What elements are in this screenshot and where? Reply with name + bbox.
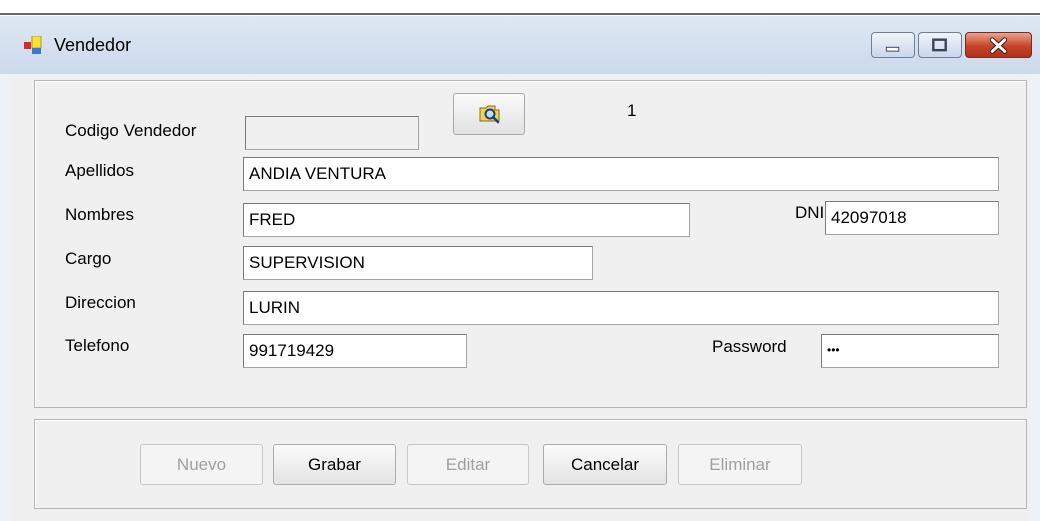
- direccion-field[interactable]: LURIN: [243, 291, 999, 325]
- minimize-button[interactable]: [871, 32, 915, 58]
- form-client-area: Codigo Vendedor 1 Apellidos ANDIA VENTUR…: [10, 74, 1030, 521]
- dni-label: DNI: [795, 203, 825, 222]
- background-divider: [0, 13, 1040, 15]
- cancelar-button[interactable]: Cancelar: [543, 444, 667, 485]
- nombres-label: Nombres: [65, 205, 134, 224]
- close-icon: [989, 37, 1008, 54]
- codigo-vendedor-label: Codigo Vendedor: [65, 121, 197, 140]
- form-icon: [24, 36, 42, 54]
- grabar-button[interactable]: Grabar: [273, 444, 396, 485]
- search-button[interactable]: [453, 93, 525, 135]
- window-title: Vendedor: [54, 35, 132, 55]
- cargo-field[interactable]: SUPERVISION: [243, 246, 593, 280]
- apellidos-field[interactable]: ANDIA VENTURA: [243, 157, 999, 191]
- vendedor-data-group: Codigo Vendedor 1 Apellidos ANDIA VENTUR…: [34, 80, 1027, 408]
- nombres-field[interactable]: FRED: [243, 203, 690, 237]
- password-label: Password: [712, 337, 787, 356]
- direccion-label: Direccion: [65, 293, 136, 312]
- telefono-field[interactable]: 991719429: [243, 334, 467, 368]
- cargo-label: Cargo: [65, 249, 112, 268]
- maximize-icon: [932, 38, 947, 52]
- background-strip: [0, 0, 1044, 16]
- minimize-icon: [885, 46, 900, 52]
- close-button[interactable]: [965, 32, 1032, 58]
- actions-group: Nuevo Grabar Editar Cancelar Eliminar: [34, 419, 1027, 509]
- nuevo-button[interactable]: Nuevo: [140, 444, 263, 485]
- dni-field[interactable]: 42097018: [825, 201, 999, 235]
- telefono-label: Telefono: [65, 336, 130, 355]
- vendedor-window: Vendedor Codigo Vendedor 1 Apellidos AND…: [0, 16, 1040, 521]
- apellidos-label: Apellidos: [65, 161, 134, 180]
- password-field[interactable]: •••: [821, 334, 999, 368]
- record-number: 1: [627, 101, 637, 120]
- search-icon: [479, 105, 500, 124]
- title-bar[interactable]: Vendedor: [0, 16, 1040, 74]
- eliminar-button[interactable]: Eliminar: [678, 444, 802, 485]
- editar-button[interactable]: Editar: [407, 444, 529, 485]
- maximize-button[interactable]: [918, 32, 962, 58]
- codigo-vendedor-field[interactable]: [245, 116, 419, 150]
